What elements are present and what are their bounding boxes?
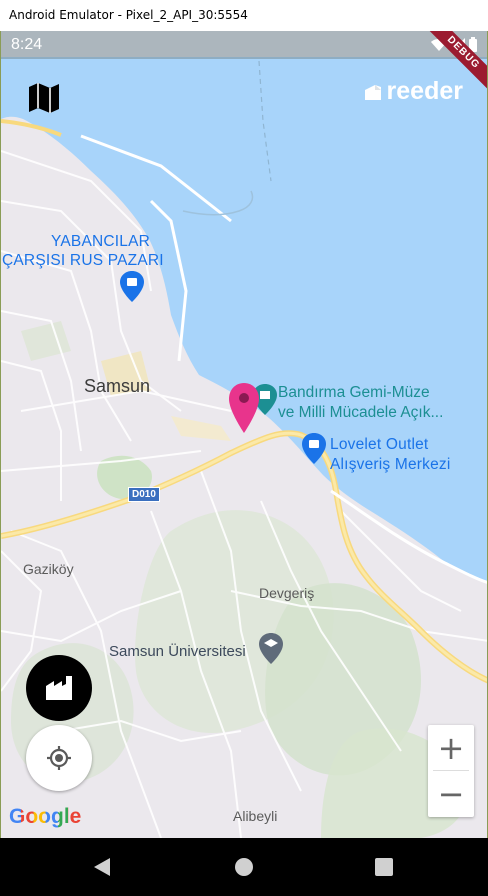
map-label-university[interactable]: Samsun Üniversitesi	[109, 643, 246, 660]
map-label-bazaar-line1[interactable]: YABANCILAR	[51, 232, 150, 251]
window-titlebar: Android Emulator - Pixel_2_API_30:5554	[0, 0, 488, 32]
map-label-gazikoy: Gaziköy	[23, 561, 74, 577]
recents-icon[interactable]	[374, 857, 394, 877]
reeder-logo-icon	[364, 84, 381, 100]
zoom-in-button[interactable]: +	[428, 725, 474, 770]
zoom-controls: + −	[428, 725, 474, 817]
map-label-city: Samsun	[84, 376, 151, 396]
navigation-bar	[0, 838, 488, 896]
status-time: 8:24	[11, 36, 43, 53]
map-icon	[29, 83, 59, 113]
map-label-devgeris: Devgeriş	[259, 585, 315, 601]
google-logo-text: Google	[9, 805, 82, 828]
map-label-alibeyli: Alibeyli	[233, 808, 278, 824]
factory-icon	[46, 676, 72, 700]
zoom-out-button[interactable]: −	[428, 771, 474, 816]
home-icon[interactable]	[234, 857, 254, 877]
window-title: Android Emulator - Pixel_2_API_30:5554	[9, 8, 248, 22]
brand-logo: reeder	[363, 77, 463, 106]
map-toggle-button[interactable]	[25, 79, 63, 117]
status-bar: 8:24 DEBUG	[1, 31, 487, 93]
map-label-outlet-line1[interactable]: Lovelet Outlet	[330, 435, 428, 454]
map-label-outlet-line2[interactable]: Alışveriş Merkezi	[330, 455, 451, 474]
map-label-bazaar-line2[interactable]: ÇARŞISI RUS PAZARI	[2, 251, 164, 270]
back-icon[interactable]	[92, 857, 112, 877]
emulator-screen: YABANCILAR ÇARŞISI RUS PAZARI Samsun Ban…	[0, 31, 488, 838]
brand-name: reeder	[386, 77, 463, 105]
road-shield-d010: D010	[128, 487, 160, 502]
my-location-button[interactable]	[26, 725, 92, 791]
crosshair-icon	[47, 746, 71, 770]
factory-button[interactable]	[26, 655, 92, 721]
map-label-museum-line2[interactable]: ve Milli Mücadele Açık...	[278, 403, 443, 422]
google-attribution: Google	[9, 805, 81, 829]
map-label-museum-line1[interactable]: Bandırma Gemi-Müze	[278, 383, 430, 402]
